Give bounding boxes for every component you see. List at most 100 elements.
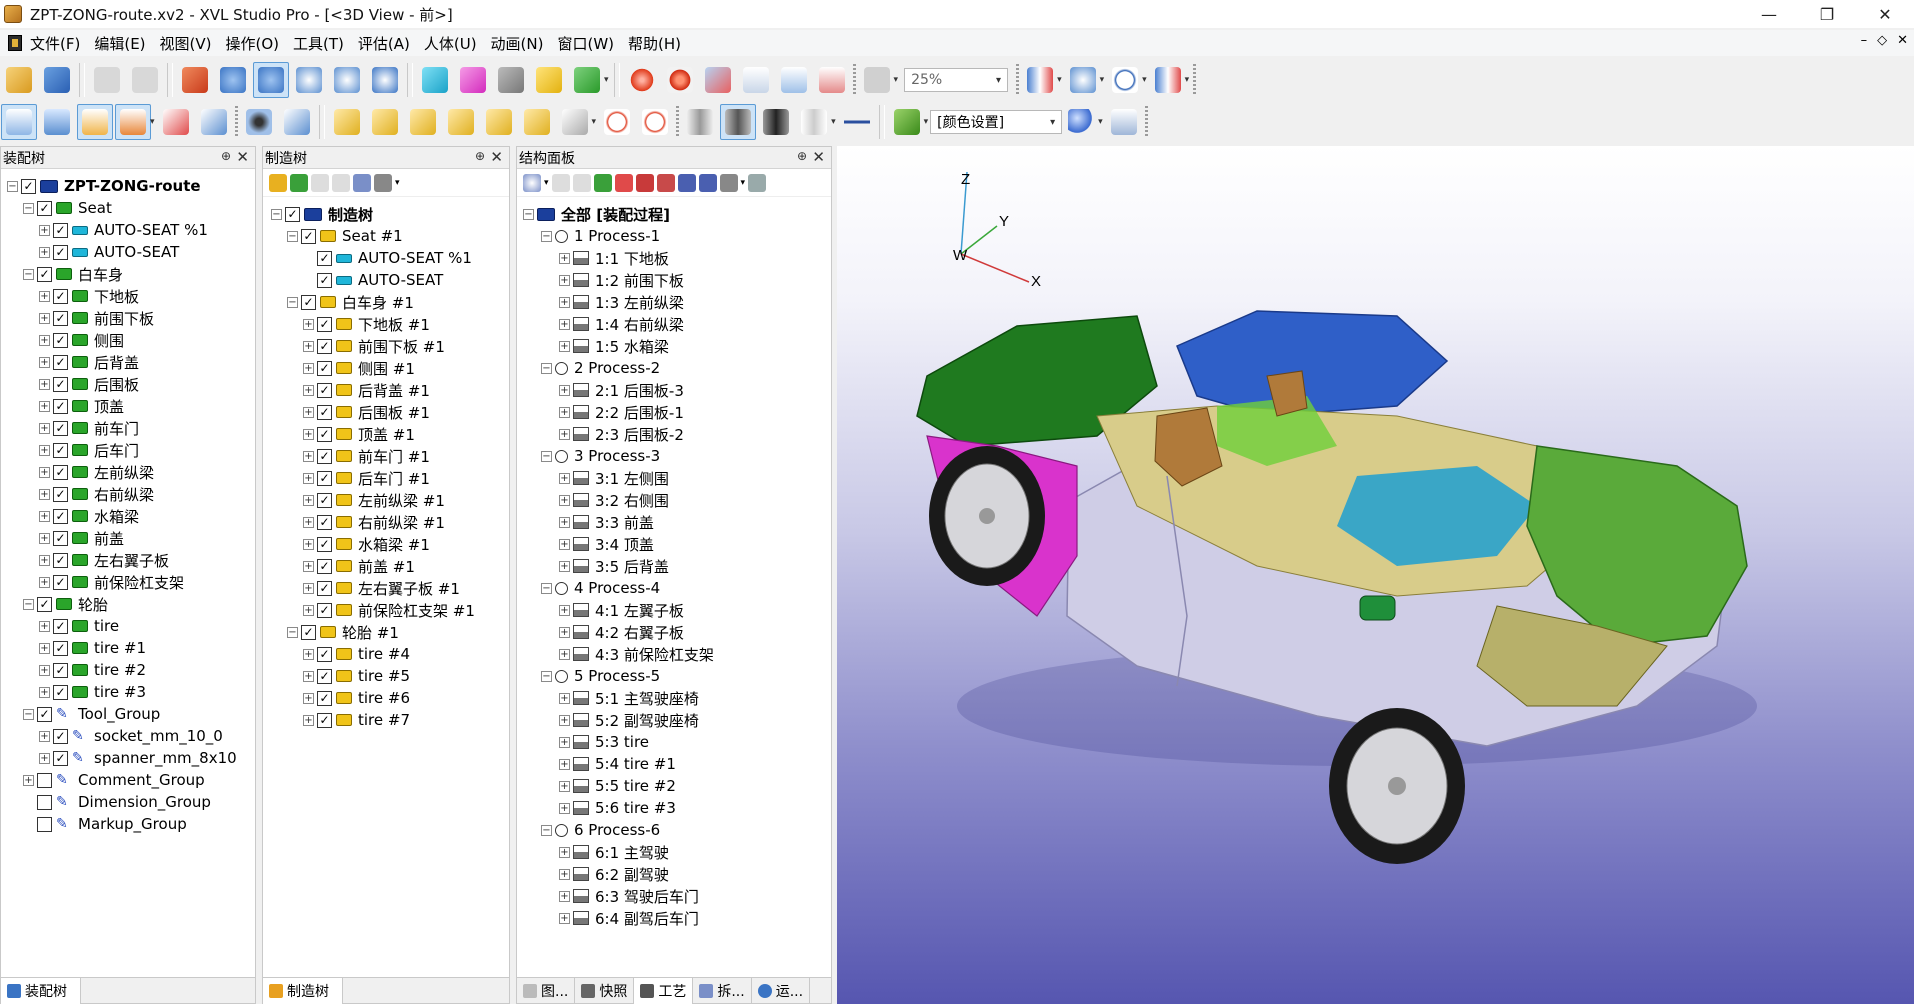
tree-row[interactable]: +2:2 后围板-1 <box>517 401 831 423</box>
expand-toggle[interactable]: + <box>39 664 50 676</box>
view-right-button[interactable] <box>443 104 479 140</box>
expand-toggle[interactable]: + <box>39 246 50 258</box>
tree-row[interactable]: + ✓ 顶盖 #1 <box>263 423 509 445</box>
expand-toggle[interactable]: + <box>559 868 570 880</box>
visibility-checkbox[interactable]: ✓ <box>37 266 52 282</box>
pin-icon[interactable]: ⊕ <box>475 149 485 163</box>
document-icon[interactable] <box>8 35 22 51</box>
tree-row[interactable]: + ✓ 左右翼子板 #1 <box>263 577 509 599</box>
mdi-restore-button[interactable]: ◇ <box>1877 33 1887 48</box>
tree-row[interactable]: − 1 Process-1 <box>517 225 831 247</box>
tab-assembly-tree[interactable]: 装配树 <box>1 977 81 1004</box>
visibility-checkbox[interactable]: ✓ <box>53 288 68 304</box>
search-icon[interactable] <box>523 173 541 192</box>
undo-button[interactable] <box>89 62 125 98</box>
book-button[interactable] <box>196 104 232 140</box>
expand-toggle[interactable]: + <box>39 290 50 302</box>
zoom-select[interactable]: 25% ▾ <box>904 68 1009 92</box>
pin-icon[interactable]: ⊕ <box>221 149 231 163</box>
delete-icon[interactable] <box>551 173 570 192</box>
eye-view-button[interactable] <box>241 104 277 140</box>
tree-row[interactable]: − ✓ ✎ Tool_Group <box>1 703 255 725</box>
tree-row[interactable]: +3:1 左侧围 <box>517 467 831 489</box>
screen-button[interactable] <box>1106 104 1142 140</box>
tree-row[interactable]: +4:1 左翼子板 <box>517 599 831 621</box>
visibility-checkbox[interactable]: ✓ <box>317 426 332 442</box>
tree-row[interactable]: + ✓ tire #2 <box>1 659 255 681</box>
tree-row[interactable]: +3:4 顶盖 <box>517 533 831 555</box>
mdi-minimize-button[interactable]: – <box>1861 33 1868 48</box>
expand-toggle[interactable]: + <box>39 400 50 412</box>
collapse-toggle[interactable]: − <box>523 208 534 220</box>
color-tool-button[interactable] <box>889 104 925 140</box>
visibility-checkbox[interactable]: ✓ <box>53 750 68 766</box>
expand-toggle[interactable]: + <box>559 802 570 814</box>
delete-icon[interactable] <box>311 173 329 192</box>
expand-toggle[interactable]: + <box>559 296 570 308</box>
point-button[interactable] <box>624 62 660 98</box>
toolbar-grip[interactable] <box>676 106 680 138</box>
tree-row[interactable]: + ✓ 前车门 #1 <box>263 445 509 467</box>
menu-view[interactable]: 视图(V) <box>160 33 212 54</box>
collapse-toggle[interactable]: − <box>287 296 298 308</box>
close-icon[interactable]: ✕ <box>490 148 503 166</box>
car-model-render[interactable]: Z Y W X <box>837 146 1914 1004</box>
visibility-checkbox[interactable]: ✓ <box>21 178 36 194</box>
expand-toggle[interactable]: + <box>303 362 314 374</box>
expand-toggle[interactable]: + <box>559 472 570 484</box>
zoom-box-button[interactable] <box>329 62 365 98</box>
tree-row[interactable]: + ✓ ✎ socket_mm_10_0 <box>1 725 255 747</box>
tree-row[interactable]: + ✓ tire #3 <box>1 681 255 703</box>
visibility-checkbox[interactable]: ✓ <box>301 228 316 244</box>
redo-button[interactable] <box>127 62 163 98</box>
copy-icon[interactable] <box>572 173 591 192</box>
collapse-toggle[interactable]: − <box>541 824 552 836</box>
chevron-down-icon[interactable]: ▾ <box>1057 75 1062 85</box>
expand-toggle[interactable]: + <box>39 620 50 632</box>
expand-toggle[interactable]: + <box>303 648 314 660</box>
visibility-checkbox[interactable]: ✓ <box>317 492 332 508</box>
tree-row[interactable]: +2:3 后围板-2 <box>517 423 831 445</box>
tree-row[interactable]: + ✓ 后车门 <box>1 439 255 461</box>
pick-button[interactable] <box>493 62 529 98</box>
expand-toggle[interactable]: + <box>303 428 314 440</box>
expand-toggle[interactable]: + <box>39 576 50 588</box>
expand-toggle[interactable]: + <box>559 494 570 506</box>
tree-row[interactable]: + ✓ 左前纵梁 #1 <box>263 489 509 511</box>
visibility-checkbox[interactable]: ✓ <box>317 360 332 376</box>
visibility-checkbox[interactable]: ✓ <box>317 712 332 728</box>
tree-row[interactable]: +3:5 后背盖 <box>517 555 831 577</box>
visibility-checkbox[interactable]: ✓ <box>53 574 68 590</box>
view-left-button[interactable] <box>405 104 441 140</box>
view-top-button[interactable] <box>481 104 517 140</box>
visibility-checkbox[interactable]: ✓ <box>317 404 332 420</box>
home-view-button[interactable] <box>177 62 213 98</box>
tree-row[interactable]: +6:1 主驾驶 <box>517 841 831 863</box>
rotate-axis-button[interactable] <box>1107 62 1143 98</box>
visibility-checkbox[interactable]: ✓ <box>317 690 332 706</box>
tab-disassembly[interactable]: 拆... <box>693 977 752 1004</box>
tree-row[interactable]: ✎ Markup_Group <box>1 813 255 835</box>
front-wheel[interactable] <box>1329 708 1465 864</box>
save-button[interactable] <box>39 62 75 98</box>
visibility-checkbox[interactable]: ✓ <box>37 596 52 612</box>
tree-row[interactable]: + ✓ 水箱梁 <box>1 505 255 527</box>
expand-toggle[interactable]: + <box>559 318 570 330</box>
visibility-checkbox[interactable]: ✓ <box>53 662 68 678</box>
toolbar-grip[interactable] <box>1193 64 1197 96</box>
mdi-close-button[interactable]: ✕ <box>1897 33 1908 48</box>
tree-row[interactable]: − ✓ 白车身 #1 <box>263 291 509 313</box>
visibility-checkbox[interactable]: ✓ <box>317 558 332 574</box>
tree-row[interactable]: + ✓ 顶盖 <box>1 395 255 417</box>
expand-toggle[interactable]: + <box>559 736 570 748</box>
visibility-checkbox[interactable]: ✓ <box>301 294 316 310</box>
expand-toggle[interactable]: + <box>39 752 50 764</box>
expand-toggle[interactable]: + <box>559 274 570 286</box>
shaded-edges-button[interactable] <box>758 104 794 140</box>
visibility-checkbox[interactable]: ✓ <box>53 640 68 656</box>
tree-row[interactable]: +1:4 右前纵梁 <box>517 313 831 335</box>
tree-row[interactable]: − 全部 [装配过程] <box>517 203 831 225</box>
collapse-toggle[interactable]: − <box>287 626 298 638</box>
toolbar-grip[interactable] <box>1016 64 1020 96</box>
expand-toggle[interactable]: + <box>303 472 314 484</box>
